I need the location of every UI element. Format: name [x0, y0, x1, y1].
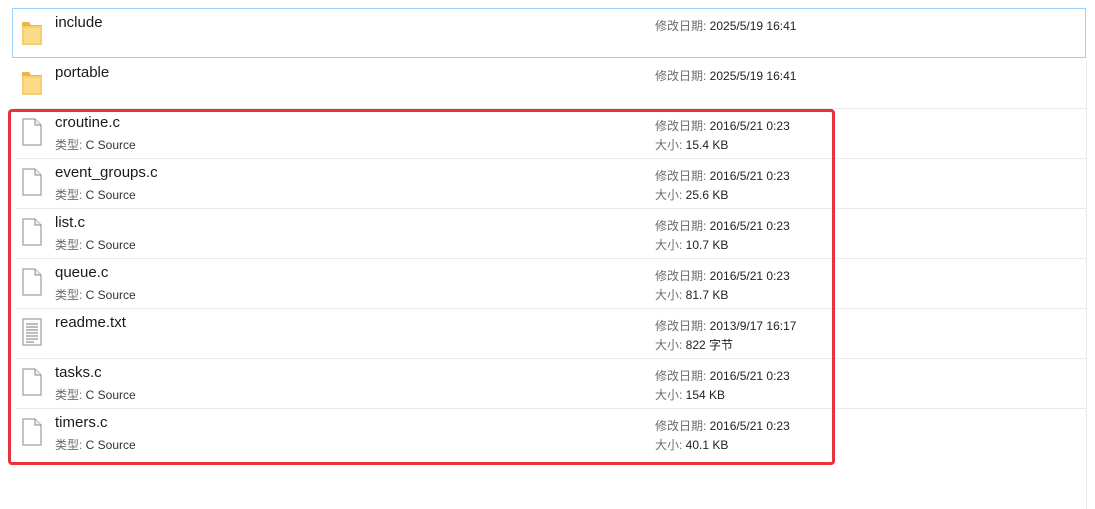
folder-icon	[20, 16, 44, 48]
modified-date: 修改日期: 2016/5/21 0:23	[655, 269, 790, 283]
file-name: include	[55, 14, 103, 31]
file-type: 类型: C Source	[55, 388, 136, 402]
file-icon	[20, 416, 44, 448]
list-item-tasks[interactable]: tasks.c 类型: C Source 修改日期: 2016/5/21 0:2…	[12, 358, 1086, 408]
file-type: 类型: C Source	[55, 138, 136, 152]
modified-date: 修改日期: 2016/5/21 0:23	[655, 219, 790, 233]
list-item-include[interactable]: include 修改日期: 2025/5/19 16:41	[12, 8, 1086, 58]
file-icon	[20, 216, 44, 248]
file-name: event_groups.c	[55, 164, 158, 181]
file-icon	[20, 116, 44, 148]
file-list: include 修改日期: 2025/5/19 16:41 portable 修…	[12, 0, 1086, 458]
file-icon	[20, 166, 44, 198]
file-icon	[20, 266, 44, 298]
modified-date: 修改日期: 2013/9/17 16:17	[655, 319, 797, 333]
file-name: croutine.c	[55, 114, 121, 131]
modified-date: 修改日期: 2016/5/21 0:23	[655, 119, 790, 133]
file-name: readme.txt	[55, 314, 126, 331]
file-name: tasks.c	[55, 364, 102, 381]
modified-date: 修改日期: 2025/5/19 16:41	[655, 69, 797, 83]
file-type: 类型: C Source	[55, 288, 136, 302]
modified-date: 修改日期: 2016/5/21 0:23	[655, 169, 790, 183]
file-size: 大小: 10.7 KB	[655, 238, 729, 252]
file-name: queue.c	[55, 264, 109, 281]
view-divider	[1086, 60, 1087, 509]
file-size: 大小: 81.7 KB	[655, 288, 729, 302]
modified-date: 修改日期: 2016/5/21 0:23	[655, 369, 790, 383]
modified-date: 修改日期: 2016/5/21 0:23	[655, 419, 790, 433]
file-size: 大小: 25.6 KB	[655, 188, 729, 202]
file-type: 类型: C Source	[55, 238, 136, 252]
list-item-queue[interactable]: queue.c 类型: C Source 修改日期: 2016/5/21 0:2…	[12, 258, 1086, 308]
list-item-list[interactable]: list.c 类型: C Source 修改日期: 2016/5/21 0:23…	[12, 208, 1086, 258]
file-type: 类型: C Source	[55, 438, 136, 452]
file-size: 大小: 40.1 KB	[655, 438, 729, 452]
file-name: timers.c	[55, 414, 108, 431]
file-icon	[20, 366, 44, 398]
folder-icon	[20, 66, 44, 98]
list-item-timers[interactable]: timers.c 类型: C Source 修改日期: 2016/5/21 0:…	[12, 408, 1086, 458]
list-item-event-groups[interactable]: event_groups.c 类型: C Source 修改日期: 2016/5…	[12, 158, 1086, 208]
list-item-readme[interactable]: readme.txt 修改日期: 2013/9/17 16:17 大小: 822…	[12, 308, 1086, 358]
file-name: portable	[55, 64, 110, 81]
file-type: 类型: C Source	[55, 188, 136, 202]
list-item-croutine[interactable]: croutine.c 类型: C Source 修改日期: 2016/5/21 …	[12, 108, 1086, 158]
text-file-icon	[20, 316, 44, 348]
modified-date: 修改日期: 2025/5/19 16:41	[655, 19, 797, 33]
file-name: list.c	[55, 214, 85, 231]
list-item-portable[interactable]: portable 修改日期: 2025/5/19 16:41	[12, 58, 1086, 108]
file-size: 大小: 154 KB	[655, 388, 726, 402]
file-size: 大小: 822 字节	[655, 338, 734, 352]
file-size: 大小: 15.4 KB	[655, 138, 729, 152]
